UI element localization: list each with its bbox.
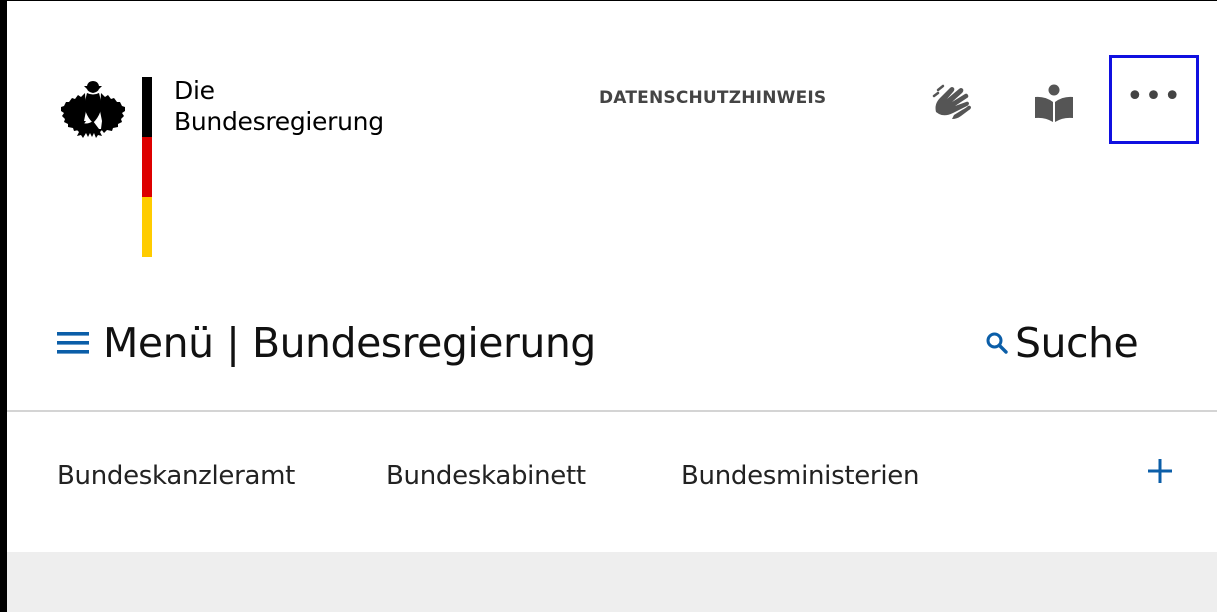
main-menu-button[interactable]: Menü | Bundesregierung bbox=[57, 318, 596, 368]
logo-line-2: Bundesregierung bbox=[174, 107, 384, 136]
sign-language-button[interactable] bbox=[932, 82, 976, 124]
subnav-item-bundeskabinett[interactable]: Bundeskabinett bbox=[386, 460, 586, 492]
sign-language-icon bbox=[932, 84, 971, 119]
plus-icon bbox=[1148, 459, 1172, 483]
content-area-background bbox=[7, 552, 1217, 612]
header-divider bbox=[7, 410, 1217, 412]
easy-language-icon bbox=[1035, 84, 1073, 122]
more-icon: ••• bbox=[1125, 78, 1183, 114]
menu-label: Menü | Bundesregierung bbox=[103, 319, 596, 367]
logo-line-1: Die bbox=[174, 76, 215, 105]
federal-eagle-icon bbox=[61, 81, 125, 138]
search-icon bbox=[986, 332, 1008, 354]
privacy-notice-link[interactable]: DATENSCHUTZHINWEIS bbox=[599, 88, 826, 108]
search-label: Suche bbox=[1015, 319, 1139, 367]
german-flag-bar bbox=[142, 77, 152, 257]
subnav-item-bundeskanzleramt[interactable]: Bundeskanzleramt bbox=[57, 460, 295, 492]
expand-subnav-button[interactable] bbox=[1147, 458, 1173, 484]
search-button[interactable]: Suche bbox=[985, 318, 1139, 368]
subnav-item-bundesministerien[interactable]: Bundesministerien bbox=[681, 460, 919, 492]
logo-wordmark: Die Bundesregierung bbox=[174, 75, 384, 137]
more-options-button[interactable]: ••• bbox=[1109, 55, 1199, 144]
hamburger-menu-icon bbox=[57, 332, 89, 354]
easy-language-button[interactable] bbox=[1034, 83, 1074, 123]
